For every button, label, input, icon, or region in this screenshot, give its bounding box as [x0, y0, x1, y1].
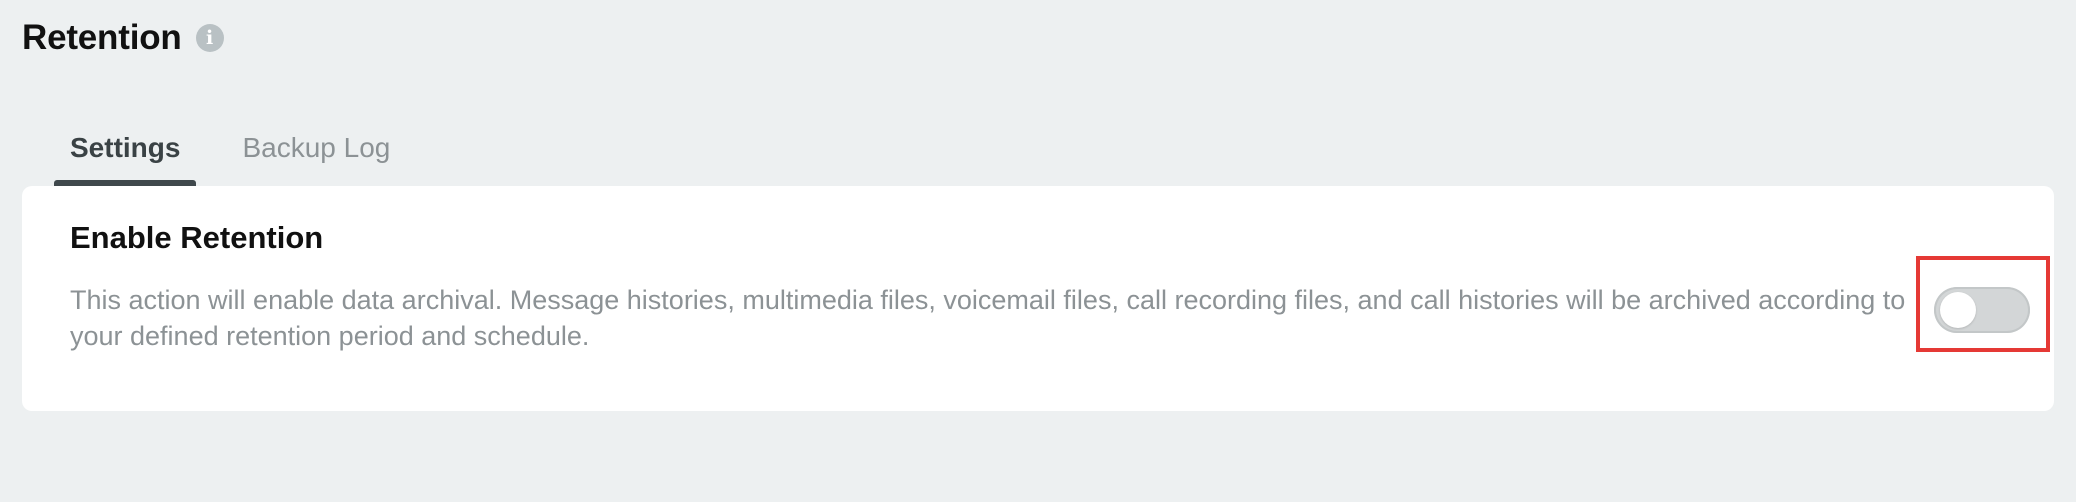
- tab-settings[interactable]: Settings: [54, 126, 197, 186]
- tab-backup-log[interactable]: Backup Log: [226, 126, 406, 186]
- enable-retention-toggle[interactable]: [1934, 287, 2030, 333]
- toggle-knob: [1940, 292, 1976, 328]
- page-header: Retention i: [22, 18, 224, 58]
- info-icon[interactable]: i: [195, 24, 224, 52]
- page-title: Retention: [22, 18, 182, 57]
- tab-bar: Settings Backup Log: [54, 126, 406, 186]
- card-description: This action will enable data archival. M…: [70, 285, 1906, 351]
- toggle-highlight-box: [1916, 256, 2050, 352]
- card-title: Enable Retention: [70, 220, 324, 255]
- retention-settings-card: Enable Retention This action will enable…: [22, 186, 2054, 411]
